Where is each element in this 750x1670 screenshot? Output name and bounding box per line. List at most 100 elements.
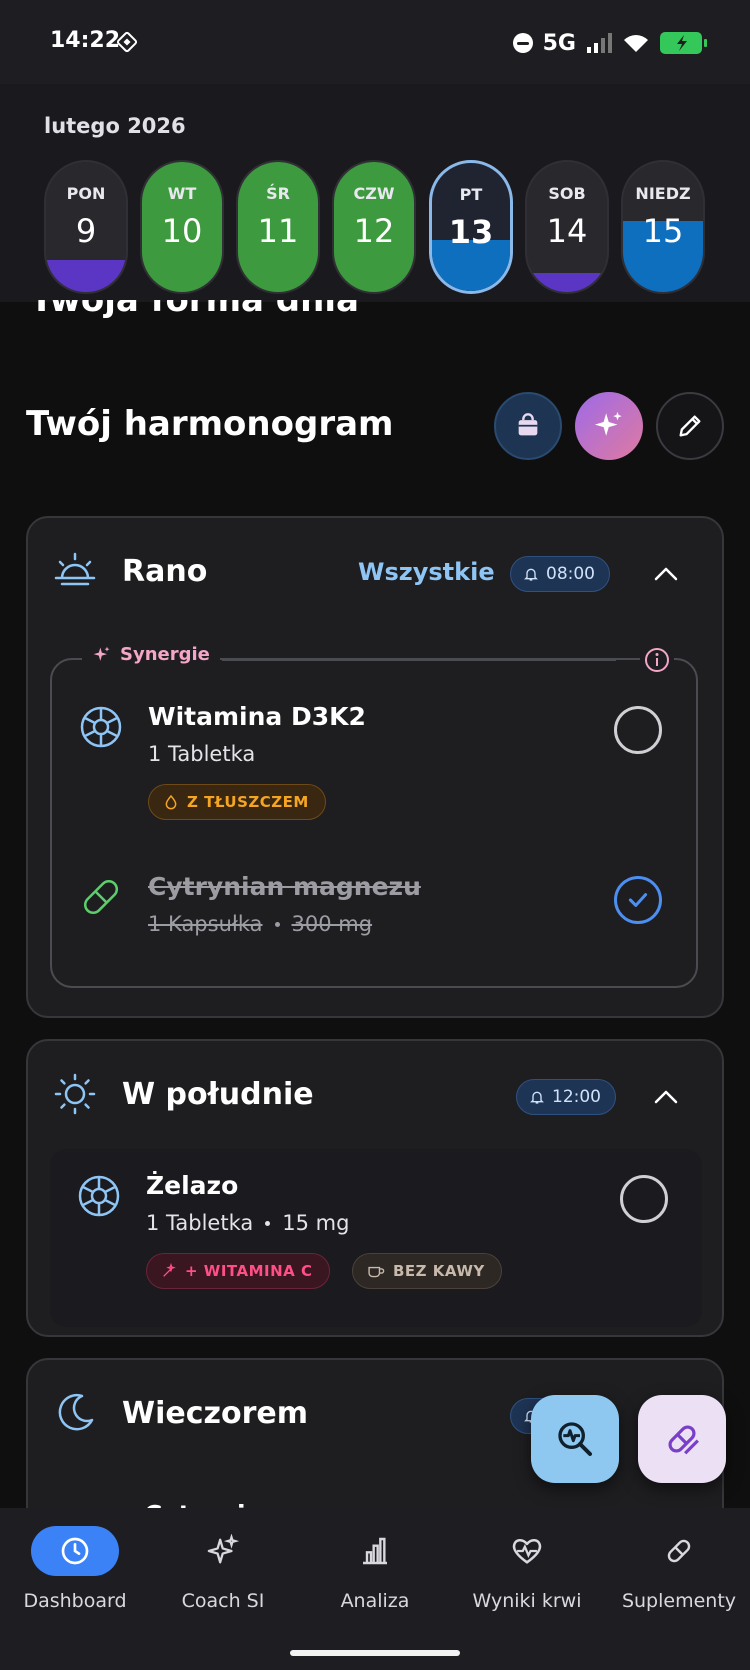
- home-indicator: [290, 1650, 460, 1656]
- shop-button[interactable]: [494, 392, 562, 460]
- chevron-up-icon[interactable]: [652, 1083, 680, 1111]
- nav-coach[interactable]: Coach SI: [148, 1508, 298, 1628]
- synergy-label: Synergie: [82, 644, 220, 665]
- clock-icon: [61, 1537, 89, 1565]
- status-time: 14:22: [50, 28, 121, 53]
- day-number: 11: [257, 212, 299, 250]
- esim-icon: [116, 31, 138, 53]
- noon-slot-header[interactable]: W południe 12:00: [28, 1041, 722, 1149]
- status-bar: 14:22 5G: [0, 0, 750, 84]
- supplement-name: Witamina D3K2: [148, 702, 366, 731]
- mark-all-button[interactable]: Wszystkie: [358, 558, 495, 586]
- sparkles-icon: [207, 1534, 240, 1564]
- nav-label: Dashboard: [23, 1590, 127, 1612]
- reminder-time-chip[interactable]: 12:00: [516, 1079, 616, 1115]
- supplement-name: Żelazo: [146, 1171, 239, 1200]
- noon-slot-card: W południe 12:00 Żelazo 1 Tabletka 15 mg …: [26, 1039, 724, 1337]
- day-name: ŚR: [266, 184, 290, 203]
- day-name: SOB: [548, 184, 586, 203]
- day-name: NIEDZ: [635, 184, 691, 203]
- tablet-icon: [78, 1175, 120, 1217]
- capsule-icon: [83, 879, 119, 915]
- shopping-bag-icon: [518, 413, 538, 436]
- sparkle-icon: [594, 411, 622, 436]
- edit-schedule-button[interactable]: [656, 392, 724, 460]
- synergy-group: Synergie Witamina D3K2 1 Tabletka Z TŁUS…: [50, 644, 698, 988]
- with-fat-tag: Z TŁUSZCZEM: [148, 784, 326, 820]
- morning-slot-header[interactable]: Rano Wszystkie 08:00: [28, 518, 722, 626]
- supplement-item[interactable]: Cytrynian magnezu 1 Kapsułka 300 mg: [52, 850, 696, 980]
- analyze-fab[interactable]: [531, 1395, 619, 1483]
- month-label: lutego 2026: [44, 114, 186, 138]
- battery-icon: [660, 32, 707, 54]
- daily-form-heading: Twoja forma dnia: [30, 300, 359, 320]
- pencil-icon: [679, 415, 701, 437]
- day-number: 14: [546, 212, 588, 250]
- sun-icon: [54, 1073, 96, 1115]
- supplement-item[interactable]: Witamina D3K2 1 Tabletka Z TŁUSZCZEM: [52, 680, 696, 820]
- signal-icon: [587, 33, 612, 53]
- magic-wand-icon: [163, 1263, 176, 1277]
- bell-icon: [524, 568, 538, 581]
- bar-chart-icon: [363, 1537, 387, 1565]
- do-not-disturb-icon: [512, 33, 533, 53]
- supplement-dose: 1 Kapsułka 300 mg: [148, 912, 373, 936]
- check-icon: [628, 893, 648, 907]
- evening-slot-title: Wieczorem: [122, 1396, 308, 1431]
- day-name: WT: [167, 184, 197, 203]
- reminder-time: 08:00: [546, 564, 595, 584]
- wifi-icon: [624, 35, 648, 52]
- day-name: PON: [66, 184, 106, 203]
- morning-slot-title: Rano: [122, 554, 208, 589]
- network-label: 5G: [542, 30, 576, 56]
- with-vitamin-c-tag: + WITAMINA C: [146, 1253, 330, 1289]
- nav-blood-results[interactable]: Wyniki krwi: [452, 1508, 602, 1628]
- day-name: PT: [459, 185, 483, 204]
- week-calendar: lutego 2026 PON 9 WT 10 ŚR 11 CZW 12 PT 13 SOB 14 NI…: [0, 84, 750, 302]
- day-number: 12: [353, 212, 395, 250]
- chevron-up-icon[interactable]: [652, 560, 680, 588]
- day-name: CZW: [353, 184, 395, 203]
- bottom-navigation: Dashboard Coach SI Analiza Wyniki krwi S…: [0, 1508, 750, 1670]
- day-pill-śr[interactable]: ŚR 11: [236, 160, 320, 294]
- day-pill-niedz[interactable]: NIEDZ 15: [621, 160, 705, 294]
- sparkle-icon: [93, 646, 110, 661]
- nav-dashboard[interactable]: Dashboard: [0, 1508, 150, 1628]
- supplement-dose: 1 Tabletka: [148, 742, 256, 766]
- nav-analysis[interactable]: Analiza: [300, 1508, 450, 1628]
- noon-slot-title: W południe: [122, 1077, 314, 1112]
- nav-label: Coach SI: [181, 1590, 265, 1612]
- day-pill-sob[interactable]: SOB 14: [525, 160, 609, 294]
- day-pill-pt[interactable]: PT 13: [429, 160, 513, 294]
- day-pill-wt[interactable]: WT 10: [140, 160, 224, 294]
- nav-label: Wyniki krwi: [472, 1590, 582, 1612]
- taken-checkbox[interactable]: [614, 876, 662, 924]
- reminder-time: 12:00: [552, 1087, 601, 1107]
- supplement-dose: 1 Tabletka 15 mg: [146, 1211, 350, 1235]
- bell-icon: [530, 1091, 544, 1104]
- nav-label: Suplementy: [621, 1590, 737, 1612]
- info-icon[interactable]: [640, 644, 674, 676]
- supplement-item[interactable]: Żelazo 1 Tabletka 15 mg + WITAMINA C BEZ …: [50, 1149, 702, 1327]
- droplet-icon: [165, 794, 177, 810]
- ai-suggest-button[interactable]: [575, 392, 643, 460]
- tablet-icon: [80, 706, 122, 748]
- log-intake-fab[interactable]: [638, 1395, 726, 1483]
- day-number: 13: [448, 213, 494, 251]
- day-pill-pon[interactable]: PON 9: [44, 160, 128, 294]
- nav-supplements[interactable]: Suplementy: [604, 1508, 750, 1628]
- sunrise-icon: [54, 552, 96, 586]
- nav-label: Analiza: [340, 1590, 410, 1612]
- day-number: 15: [642, 212, 684, 250]
- heart-pulse-icon: [512, 1539, 542, 1564]
- day-pill-czw[interactable]: CZW 12: [332, 160, 416, 294]
- supplement-name: Cytrynian magnezu: [148, 872, 421, 901]
- take-checkbox[interactable]: [614, 706, 662, 754]
- coffee-cup-icon: [368, 1266, 385, 1278]
- pill-edit-icon: [668, 1425, 699, 1455]
- moon-icon: [58, 1394, 94, 1431]
- take-checkbox[interactable]: [620, 1175, 668, 1223]
- search-pulse-icon: [558, 1422, 592, 1456]
- no-coffee-tag: BEZ KAWY: [352, 1253, 502, 1289]
- reminder-time-chip[interactable]: 08:00: [510, 556, 610, 592]
